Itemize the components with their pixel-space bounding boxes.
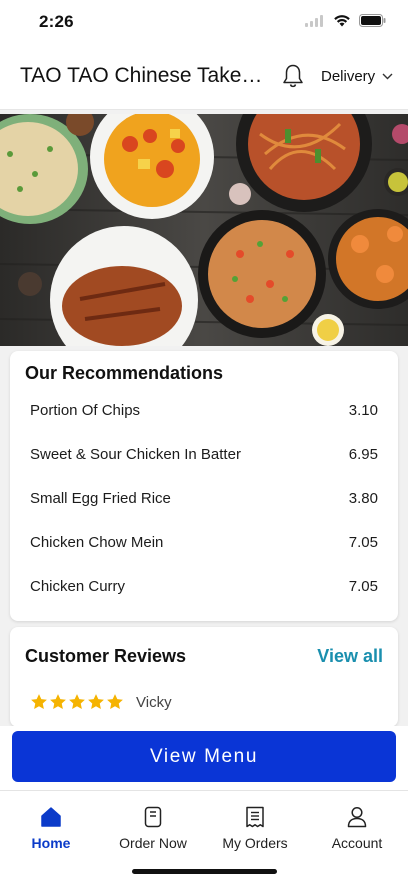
item-price: 7.05 (348, 577, 378, 595)
battery-icon (359, 14, 386, 27)
tab-home[interactable]: Home (0, 791, 102, 854)
status-icons (305, 14, 386, 27)
review-item: Vicky (30, 693, 172, 711)
item-price: 7.05 (348, 533, 378, 551)
tab-my-orders[interactable]: My Orders (204, 791, 306, 854)
status-time: 2:26 (39, 12, 74, 31)
account-icon (345, 805, 369, 829)
tab-account[interactable]: Account (306, 791, 408, 854)
tab-label: Order Now (119, 835, 187, 851)
my-orders-icon (243, 805, 267, 829)
tab-bar: Home Order Now My Orders Account (0, 790, 408, 854)
signal-icon (305, 14, 323, 27)
store-title: TAO TAO Chinese Takeaway (20, 64, 272, 87)
view-menu-button[interactable]: View Menu (12, 731, 396, 782)
star-icon (50, 694, 66, 710)
recommendation-item[interactable]: Portion Of Chips 3.10 (30, 395, 378, 425)
recommendation-item[interactable]: Sweet & Sour Chicken In Batter 6.95 (30, 439, 378, 469)
view-all-link[interactable]: View all (317, 646, 383, 667)
tab-order-now[interactable]: Order Now (102, 791, 204, 854)
star-rating (30, 693, 124, 711)
reviewer-name: Vicky (136, 693, 172, 711)
hero-food-image (0, 114, 408, 346)
tab-label: Home (31, 835, 71, 851)
recommendation-item[interactable]: Chicken Chow Mein 7.05 (30, 527, 378, 557)
customer-reviews-card: Customer Reviews View all Vicky (10, 627, 398, 727)
recommendations-title: Our Recommendations (25, 363, 224, 383)
item-price: 3.80 (348, 489, 378, 507)
app-header: TAO TAO Chinese Takeaway Delivery (0, 46, 408, 110)
star-icon (31, 694, 47, 710)
food-spread-illustration (0, 114, 408, 346)
item-name: Chicken Chow Mein (30, 533, 164, 551)
item-price: 3.10 (348, 401, 378, 419)
tab-label: My Orders (222, 835, 288, 851)
item-price: 6.95 (348, 445, 378, 463)
item-name: Chicken Curry (30, 577, 126, 595)
bottom-area: View Menu Home Order Now My Orders Accou… (0, 726, 408, 883)
star-icon (88, 694, 104, 710)
delivery-selector[interactable]: Delivery (321, 68, 393, 85)
home-indicator (132, 869, 277, 874)
item-name: Portion Of Chips (30, 401, 141, 419)
home-icon (39, 805, 63, 829)
bell-icon[interactable] (281, 63, 305, 89)
order-now-icon (141, 805, 165, 829)
status-bar: 2:26 (0, 0, 408, 46)
chevron-down-icon (382, 73, 393, 80)
reviews-title: Customer Reviews (25, 646, 187, 666)
recommendations-card: Our Recommendations Portion Of Chips 3.1… (10, 351, 398, 621)
item-name: Small Egg Fried Rice (30, 489, 171, 507)
delivery-label: Delivery (321, 68, 376, 85)
wifi-icon (334, 15, 350, 27)
star-icon (107, 694, 123, 710)
recommendation-item[interactable]: Chicken Curry 7.05 (30, 571, 378, 601)
tab-label: Account (331, 835, 383, 851)
item-name: Sweet & Sour Chicken In Batter (30, 445, 241, 463)
recommendation-item[interactable]: Small Egg Fried Rice 3.80 (30, 483, 378, 513)
star-icon (69, 694, 85, 710)
